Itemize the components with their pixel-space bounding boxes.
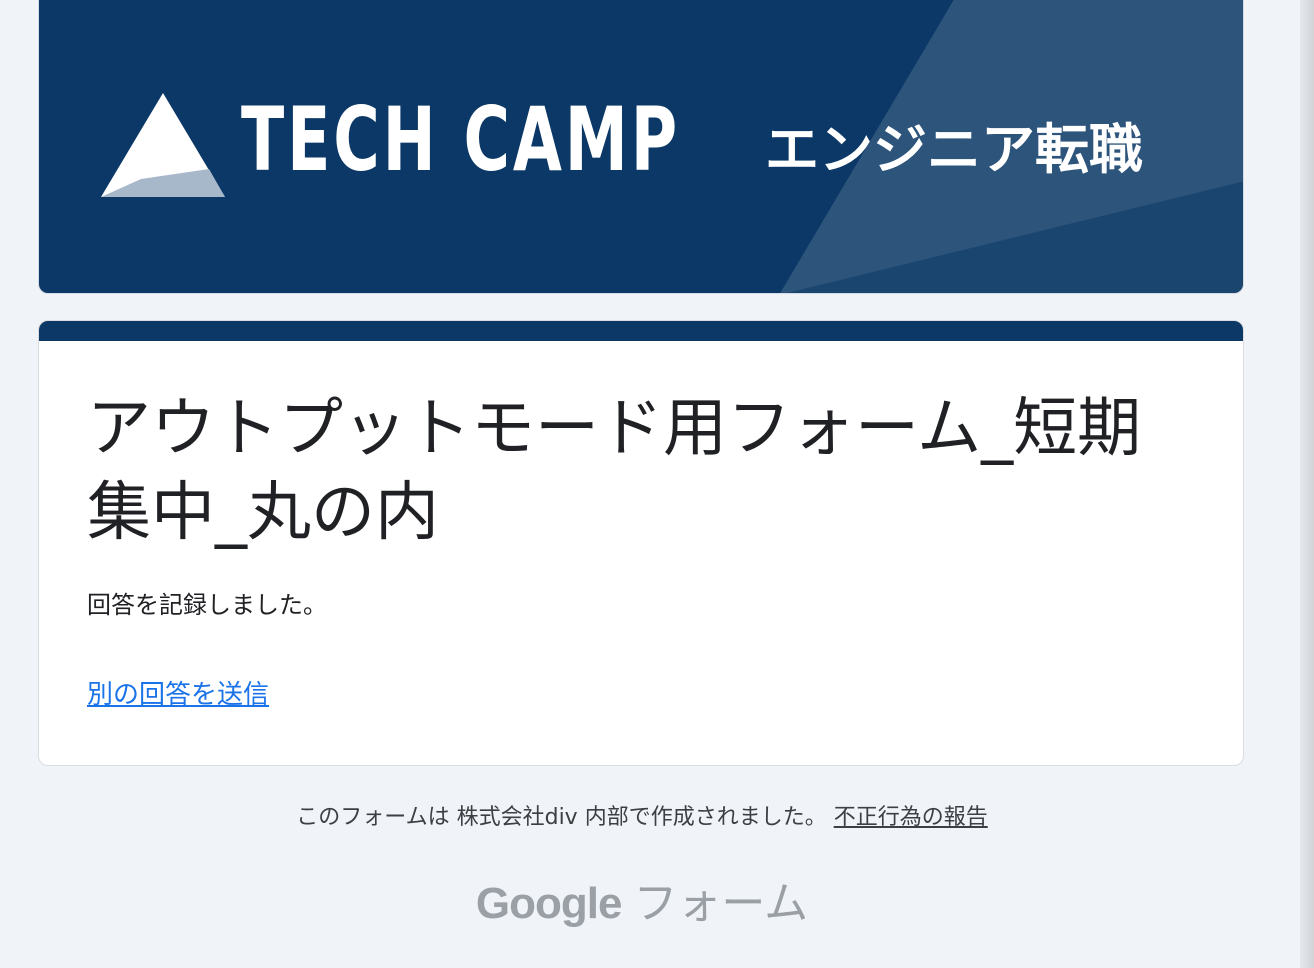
report-abuse-link[interactable]: 不正行為の報告 <box>834 805 988 830</box>
google-forms-logo[interactable]: Google フォーム <box>0 874 1284 934</box>
footer-notice: このフォームは 株式会社div 内部で作成されました。 不正行為の報告 <box>0 798 1284 838</box>
google-logo-text: Google <box>475 879 623 928</box>
footer-created-by: このフォームは 株式会社div 内部で作成されました。 <box>296 805 827 830</box>
submit-another-response-link[interactable]: 別の回答を送信 <box>87 675 269 715</box>
form-title: アウトプットモード用フォーム_短期集中_丸の内 <box>87 392 1142 550</box>
brand-name: TECH CAMP <box>241 88 681 191</box>
brand-subtitle: エンジニア転職 <box>765 118 1143 181</box>
card-accent-bar <box>39 321 1243 341</box>
confirmation-card: アウトプットモード用フォーム_短期集中_丸の内 回答を記録しました。 別の回答を… <box>38 320 1244 766</box>
window-edge <box>1300 0 1314 968</box>
tech-camp-logo-icon <box>101 93 225 197</box>
header-banner: TECH CAMP エンジニア転職 <box>38 0 1244 294</box>
confirmation-message: 回答を記録しました。 <box>87 591 327 619</box>
forms-logo-text: フォーム <box>633 878 809 929</box>
